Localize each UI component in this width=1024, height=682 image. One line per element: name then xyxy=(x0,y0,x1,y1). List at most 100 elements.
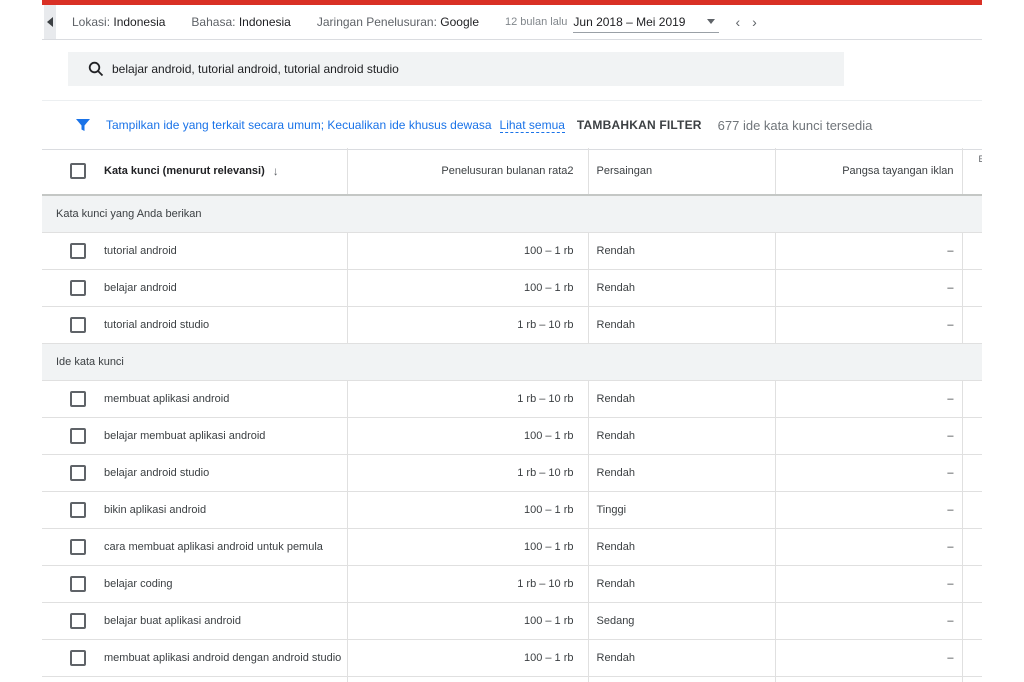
location-label: Lokasi: xyxy=(72,15,111,29)
extra-cell xyxy=(962,528,982,566)
language-value: Indonesia xyxy=(238,15,291,29)
targeting-bar: Lokasi: Indonesia Bahasa: Indonesia Jari… xyxy=(42,5,982,40)
table-row[interactable]: tutorial android 100 – 1 rb Rendah – xyxy=(42,232,982,270)
table-row[interactable]: cara membuat aplikasi android untuk pemu… xyxy=(42,528,982,566)
next-column-header[interactable]: E xyxy=(962,148,982,196)
competition-cell: Rendah xyxy=(588,528,776,566)
share-cell: – xyxy=(775,306,963,344)
row-checkbox[interactable] xyxy=(70,576,86,592)
extra-cell xyxy=(962,232,982,270)
share-cell: – xyxy=(775,269,963,307)
date-range-label: 12 bulan lalu xyxy=(505,16,568,28)
row-checkbox[interactable] xyxy=(70,502,86,518)
extra-cell xyxy=(962,380,982,418)
competition-cell xyxy=(588,676,776,682)
location-selector[interactable]: Lokasi: Indonesia xyxy=(72,15,165,29)
searches-cell xyxy=(348,676,589,682)
keyword-search-box[interactable]: belajar android, tutorial android, tutor… xyxy=(68,52,844,86)
share-cell: – xyxy=(775,380,963,418)
row-checkbox[interactable] xyxy=(70,280,86,296)
location-value: Indonesia xyxy=(113,15,166,29)
table-row[interactable]: belajar android studio 1 rb – 10 rb Rend… xyxy=(42,454,982,492)
competition-cell: Rendah xyxy=(588,269,776,307)
row-checkbox[interactable] xyxy=(70,317,86,333)
search-icon xyxy=(88,61,104,77)
previous-range-icon[interactable]: ‹ xyxy=(735,14,740,30)
extra-cell xyxy=(962,454,982,492)
searches-cell: 100 – 1 rb xyxy=(348,269,589,307)
network-label: Jaringan Penelusuran: xyxy=(316,15,437,29)
network-selector[interactable]: Jaringan Penelusuran: Google xyxy=(317,15,479,29)
searches-cell: 100 – 1 rb xyxy=(348,639,589,677)
keyword-column-header[interactable]: Kata kunci (menurut relevansi) xyxy=(104,165,265,177)
share-cell: – xyxy=(775,454,963,492)
language-selector[interactable]: Bahasa: Indonesia xyxy=(191,15,290,29)
share-cell xyxy=(775,676,963,682)
keyword-cell: tutorial android xyxy=(104,245,177,257)
row-checkbox[interactable] xyxy=(70,428,86,444)
group-header-row: Ide kata kunci xyxy=(42,343,982,381)
table-row[interactable]: membuat aplikasi android dengan android … xyxy=(42,639,982,677)
extra-cell xyxy=(962,602,982,640)
competition-cell: Rendah xyxy=(588,306,776,344)
group-header-row: Kata kunci yang Anda berikan xyxy=(42,195,982,233)
table-row[interactable]: belajar coding 1 rb – 10 rb Rendah – xyxy=(42,565,982,603)
extra-cell xyxy=(962,306,982,344)
competition-cell: Rendah xyxy=(588,232,776,270)
searches-cell: 100 – 1 rb xyxy=(348,602,589,640)
searches-cell: 1 rb – 10 rb xyxy=(348,454,589,492)
table-row[interactable]: belajar buat aplikasi android 100 – 1 rb… xyxy=(42,602,982,640)
searches-cell: 1 rb – 10 rb xyxy=(348,565,589,603)
caret-down-icon xyxy=(707,19,716,24)
searches-cell: 100 – 1 rb xyxy=(348,528,589,566)
filter-funnel-icon[interactable] xyxy=(76,118,90,132)
row-checkbox[interactable] xyxy=(70,391,86,407)
select-all-checkbox[interactable] xyxy=(70,163,86,179)
search-query: belajar android, tutorial android, tutor… xyxy=(112,62,399,76)
row-checkbox[interactable] xyxy=(70,613,86,629)
sort-down-icon[interactable]: ↓ xyxy=(273,164,279,178)
competition-cell: Tinggi xyxy=(588,491,776,529)
share-cell: – xyxy=(775,565,963,603)
share-cell: – xyxy=(775,417,963,455)
table-row[interactable]: belajar membuat aplikasi android 100 – 1… xyxy=(42,417,982,455)
active-filters-text[interactable]: Tampilkan ide yang terkait secara umum; … xyxy=(106,118,492,132)
table-header-row: Kata kunci (menurut relevansi) ↓ Penelusu… xyxy=(42,148,982,196)
see-all-link[interactable]: Lihat semua xyxy=(499,118,565,133)
table-row[interactable]: bikin aplikasi android 100 – 1 rb Tinggi… xyxy=(42,491,982,529)
extra-cell xyxy=(962,491,982,529)
competition-cell: Sedang xyxy=(588,602,776,640)
table-row[interactable] xyxy=(42,676,982,682)
share-cell: – xyxy=(775,602,963,640)
add-filter-button[interactable]: TAMBAHKAN FILTER xyxy=(577,118,702,132)
keyword-cell: membuat aplikasi android dengan android … xyxy=(104,652,342,664)
keyword-cell: belajar android studio xyxy=(104,467,210,479)
competition-column-header[interactable]: Persaingan xyxy=(588,148,776,196)
share-cell: – xyxy=(775,491,963,529)
table-row[interactable]: membuat aplikasi android 1 rb – 10 rb Re… xyxy=(42,380,982,418)
competition-cell: Rendah xyxy=(588,417,776,455)
row-checkbox[interactable] xyxy=(70,539,86,555)
group-title: Ide kata kunci xyxy=(42,343,982,381)
searches-column-header[interactable]: Penelusuran bulanan rata2 xyxy=(348,148,589,196)
row-checkbox[interactable] xyxy=(70,243,86,259)
extra-cell xyxy=(962,417,982,455)
row-checkbox[interactable] xyxy=(70,465,86,481)
extra-cell xyxy=(962,639,982,677)
impression-share-column-header[interactable]: Pangsa tayangan iklan xyxy=(775,148,963,196)
date-range-dropdown[interactable]: Jun 2018 – Mei 2019 xyxy=(573,12,720,33)
left-gutter xyxy=(0,0,42,682)
keyword-cell: belajar buat aplikasi android xyxy=(104,615,241,627)
keyword-cell: belajar android xyxy=(104,282,177,294)
competition-cell: Rendah xyxy=(588,380,776,418)
table-row[interactable]: belajar android 100 – 1 rb Rendah – xyxy=(42,269,982,307)
table-row[interactable]: tutorial android studio 1 rb – 10 rb Ren… xyxy=(42,306,982,344)
searches-cell: 1 rb – 10 rb xyxy=(348,380,589,418)
next-range-icon[interactable]: › xyxy=(752,14,757,30)
row-checkbox[interactable] xyxy=(70,650,86,666)
right-margin xyxy=(982,0,1024,682)
keyword-planner-page: Lokasi: Indonesia Bahasa: Indonesia Jari… xyxy=(42,0,982,682)
date-range-value: Jun 2018 – Mei 2019 xyxy=(573,14,686,29)
extra-cell xyxy=(962,269,982,307)
collapse-button[interactable] xyxy=(44,5,56,39)
